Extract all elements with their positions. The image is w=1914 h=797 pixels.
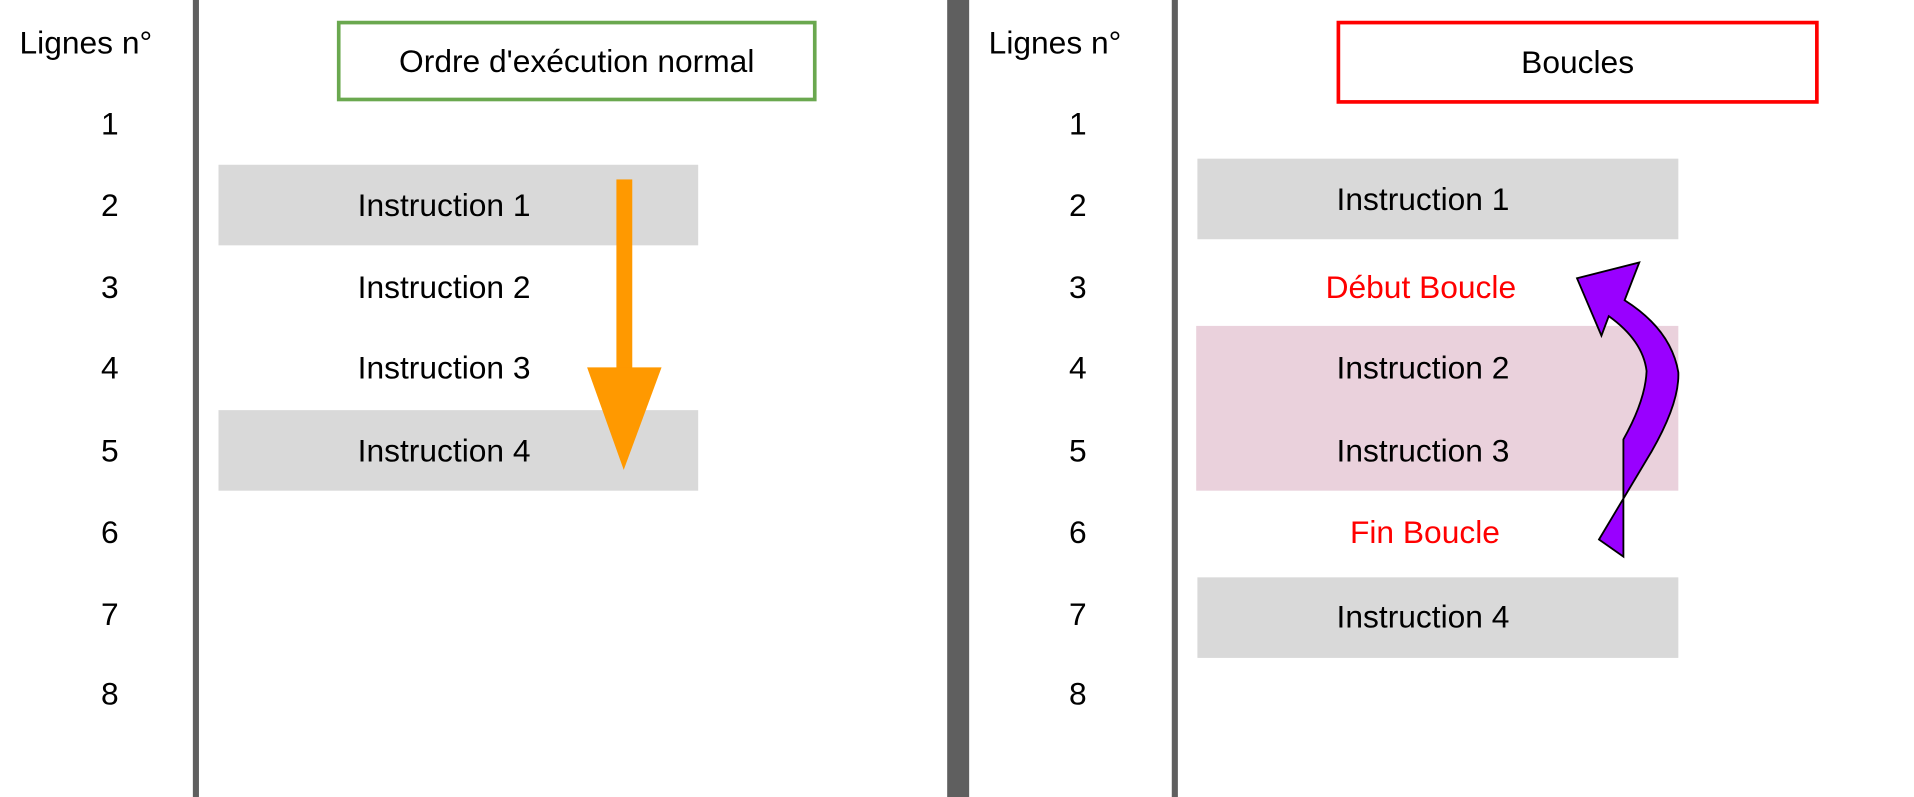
curved-up-arrow-icon [1575, 261, 1680, 559]
diagram-canvas: Lignes n° 1 2 3 4 5 6 7 8 Ordre d'exécut… [0, 0, 1914, 797]
down-arrow-icon [587, 179, 662, 470]
arrows-layer [587, 179, 1680, 559]
